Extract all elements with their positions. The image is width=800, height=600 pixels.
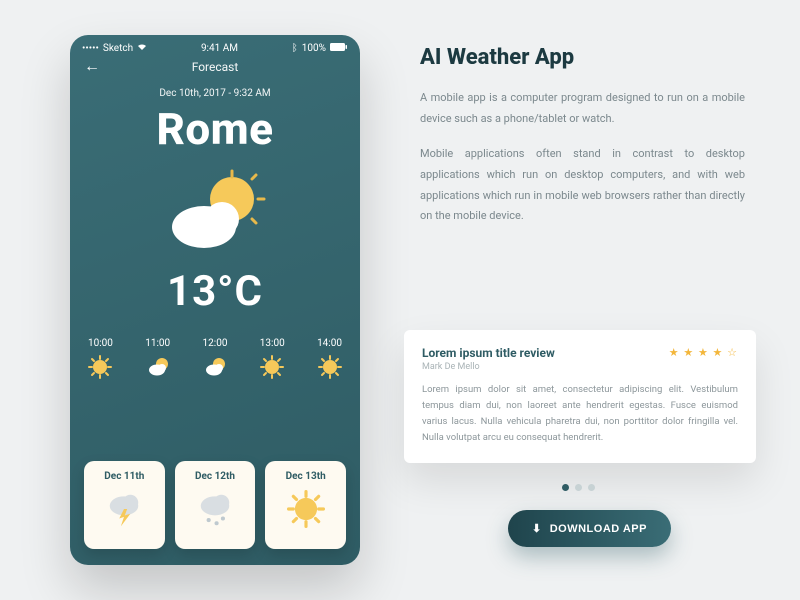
carousel-dot[interactable] — [588, 484, 595, 491]
hour-slot[interactable]: 11:00 — [145, 338, 170, 379]
hour-slot[interactable]: 12:00 — [203, 338, 228, 379]
thunderstorm-icon — [104, 490, 144, 528]
status-bar: ••••• Sketch 9:41 AM ᛒ 100% — [70, 35, 360, 56]
day-card[interactable]: Dec 11th — [84, 461, 165, 549]
daily-forecast: Dec 11th Dec 12th Dec 13th — [70, 447, 360, 565]
hour-slot[interactable]: 13:00 — [260, 338, 285, 379]
headline: AI Weather App — [420, 45, 745, 70]
partly-cloudy-icon — [203, 355, 227, 379]
carrier-label: Sketch — [103, 43, 133, 54]
partly-cloudy-icon — [146, 355, 170, 379]
star-rating: ★ ★ ★ ★ ☆ — [669, 346, 738, 359]
nav-bar: ← Forecast — [70, 56, 360, 82]
review-title: Lorem ipsum title review — [422, 346, 555, 360]
signal-icon: ••••• — [82, 43, 99, 54]
review-body: Lorem ipsum dolor sit amet, consectetur … — [422, 382, 738, 447]
day-card[interactable]: Dec 13th — [265, 461, 346, 549]
sun-icon — [260, 355, 284, 379]
sun-icon — [88, 355, 112, 379]
day-date: Dec 11th — [104, 471, 144, 482]
review-author: Mark De Mello — [422, 362, 555, 372]
nav-title: Forecast — [192, 60, 239, 74]
hour-time: 12:00 — [203, 338, 228, 349]
current-weather-icon — [70, 169, 360, 259]
paragraph: A mobile app is a computer program desig… — [420, 88, 745, 130]
carousel-dot[interactable] — [562, 484, 569, 491]
day-date: Dec 12th — [195, 471, 235, 482]
hour-time: 10:00 — [88, 338, 113, 349]
carousel-dots[interactable] — [562, 484, 595, 491]
current-temp: 13°C — [70, 267, 360, 316]
city-name: Rome — [70, 103, 360, 155]
snow-icon — [195, 490, 235, 528]
battery-icon — [330, 43, 348, 54]
sun-icon — [318, 355, 342, 379]
date-time-label: Dec 10th, 2017 - 9:32 AM — [70, 88, 360, 99]
carousel-dot[interactable] — [575, 484, 582, 491]
download-icon: ⬇ — [532, 522, 542, 535]
day-date: Dec 13th — [286, 471, 326, 482]
phone-frame: ••••• Sketch 9:41 AM ᛒ 100% ← Forecast D… — [70, 35, 360, 565]
battery-label: 100% — [302, 43, 326, 54]
clock-label: 9:41 AM — [201, 43, 238, 54]
hourly-forecast: 10:00 11:00 12:00 13:00 14:00 — [70, 338, 360, 379]
review-card: Lorem ipsum title review Mark De Mello ★… — [404, 330, 756, 463]
hour-slot[interactable]: 14:00 — [317, 338, 342, 379]
hour-time: 11:00 — [145, 338, 170, 349]
sun-icon — [286, 490, 326, 528]
wifi-icon — [137, 43, 147, 54]
paragraph: Mobile applications often stand in contr… — [420, 144, 745, 228]
download-label: DOWNLOAD APP — [550, 523, 647, 535]
hour-time: 13:00 — [260, 338, 285, 349]
hour-time: 14:00 — [317, 338, 342, 349]
marketing-copy: AI Weather App A mobile app is a compute… — [420, 45, 745, 241]
download-app-button[interactable]: ⬇ DOWNLOAD APP — [508, 510, 671, 547]
day-card[interactable]: Dec 12th — [175, 461, 256, 549]
back-arrow-icon[interactable]: ← — [84, 58, 100, 74]
hour-slot[interactable]: 10:00 — [88, 338, 113, 379]
bluetooth-icon: ᛒ — [292, 43, 298, 54]
